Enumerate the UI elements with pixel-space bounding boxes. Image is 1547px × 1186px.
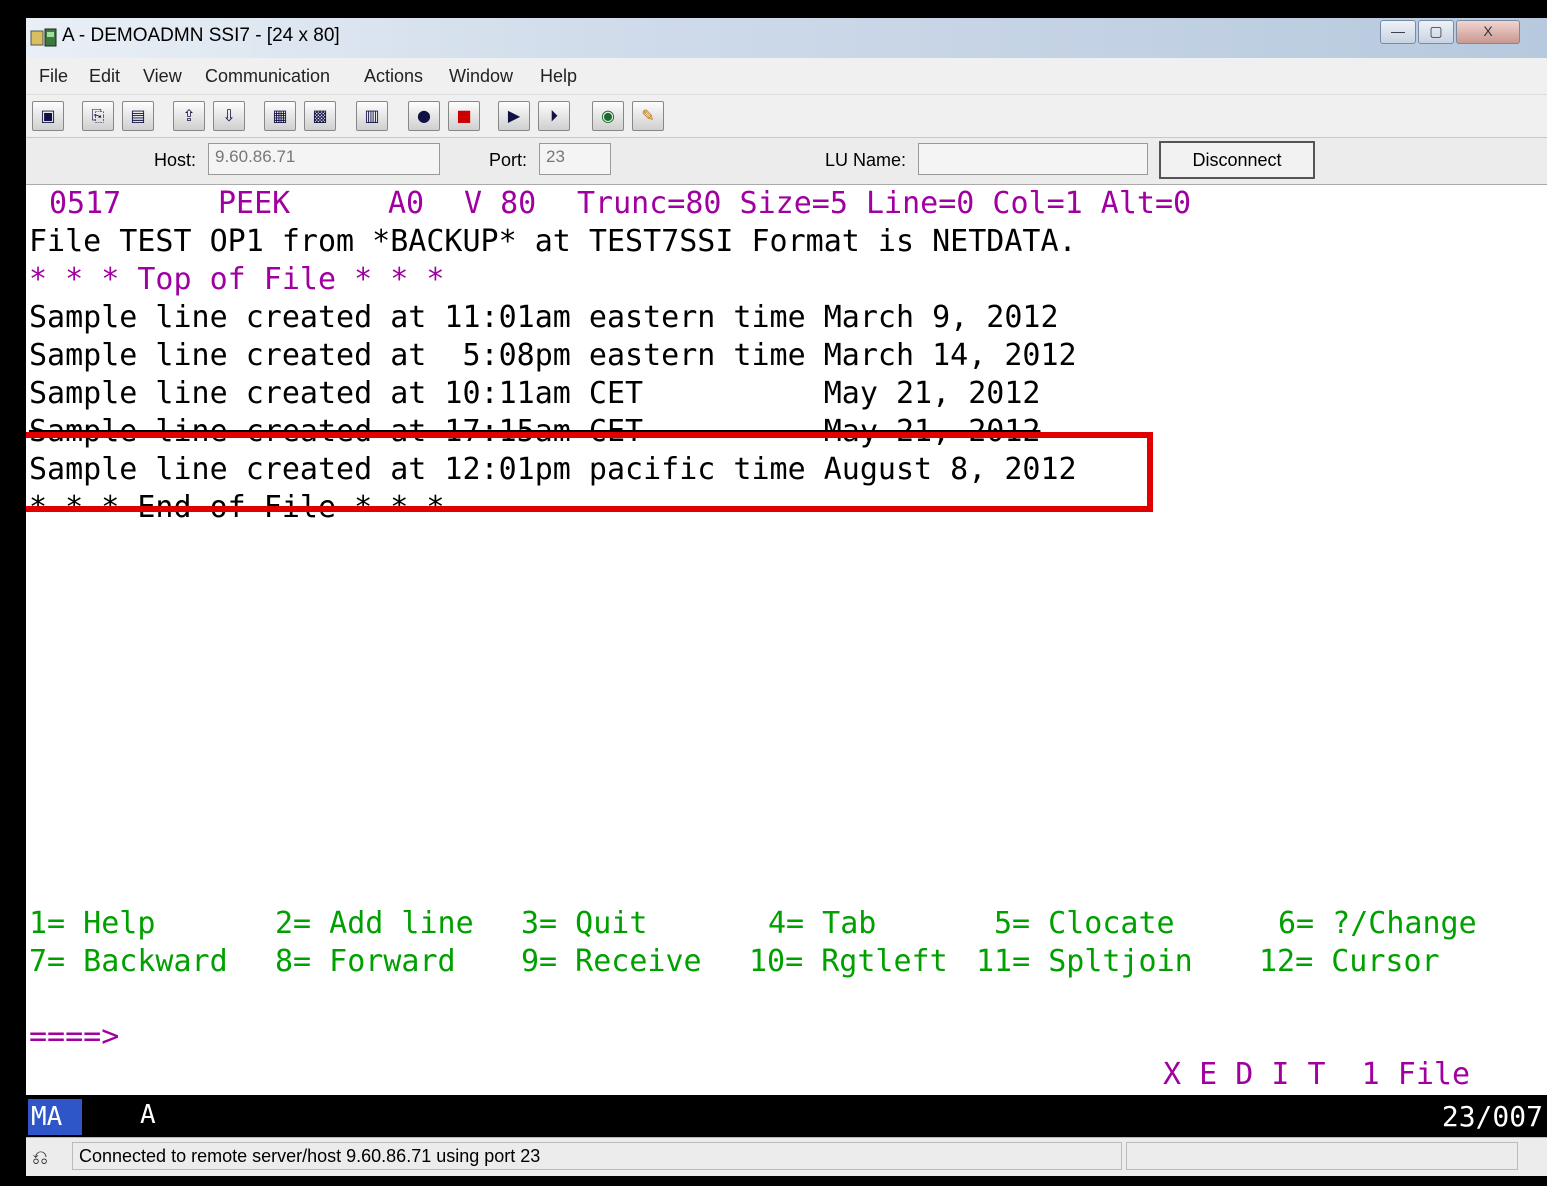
- port-field[interactable]: 23: [539, 143, 611, 175]
- web-icon[interactable]: ◉: [592, 101, 624, 131]
- file-line[interactable]: Sample line created at 5:08pm eastern ti…: [29, 337, 1077, 375]
- oia-indicator: MA: [28, 1099, 82, 1135]
- toolbar: ▣ ⎘ ▤ ⇪ ⇩ ▦ ▩ ▥ ● ■ ▶ ⏵ ◉ ✎: [26, 95, 1547, 138]
- status-bar: ⎌ Connected to remote server/host 9.60.8…: [26, 1137, 1547, 1176]
- pf-key-row-1: 1= Help 2= Add line 3= Quit 4= Tab 5= Cl…: [29, 905, 1547, 943]
- keypad-icon[interactable]: ▩: [304, 101, 336, 131]
- pf-key[interactable]: 11= Spltjoin: [976, 943, 1193, 981]
- oia-session: A: [140, 1100, 156, 1130]
- status-message: Connected to remote server/host 9.60.86.…: [72, 1142, 1122, 1170]
- pf-key-row-2: 7= Backward 8= Forward 9= Receive 10= Rg…: [29, 943, 1547, 981]
- highlight-box: [26, 432, 1153, 512]
- maximize-button[interactable]: ▢: [1418, 20, 1454, 44]
- pf-key[interactable]: 5= Clocate: [994, 905, 1175, 943]
- cursor-position: 23/007: [1441, 1100, 1543, 1133]
- send-file-icon[interactable]: ⇪: [173, 101, 205, 131]
- app-icon: [30, 28, 57, 47]
- file-line[interactable]: Sample line created at 11:01am eastern t…: [29, 299, 1059, 337]
- header-status: Trunc=80 Size=5 Line=0 Col=1 Alt=0: [577, 186, 1192, 221]
- file-info-line: File TEST OP1 from *BACKUP* at TEST7SSI …: [29, 224, 1077, 259]
- header-format: V 80: [464, 186, 537, 221]
- operator-info-area: MA A 23/007: [26, 1095, 1547, 1137]
- pf-key[interactable]: 2= Add line: [275, 905, 474, 943]
- lu-name-label: LU Name:: [825, 150, 907, 170]
- pf-key[interactable]: 4= Tab: [768, 905, 876, 943]
- menu-actions[interactable]: Actions: [364, 66, 423, 87]
- pf-key[interactable]: 9= Receive: [521, 943, 702, 981]
- menu-view[interactable]: View: [143, 66, 182, 87]
- paste-icon[interactable]: ▤: [122, 101, 154, 131]
- window-title: A - DEMOADMN SSI7 - [24 x 80]: [62, 25, 340, 46]
- pf-key[interactable]: 7= Backward: [29, 943, 228, 981]
- copy-icon[interactable]: ⎘: [82, 101, 114, 131]
- record-macro-icon[interactable]: ●: [408, 101, 440, 131]
- xedit-status: X E D I T 1 File: [1163, 1057, 1471, 1092]
- display-icon[interactable]: ▦: [264, 101, 296, 131]
- edit-icon[interactable]: ✎: [632, 101, 664, 131]
- stop-macro-icon[interactable]: ■: [448, 101, 480, 131]
- minimize-button[interactable]: —: [1380, 20, 1416, 44]
- macro-icon[interactable]: ▥: [356, 101, 388, 131]
- menu-help[interactable]: Help: [540, 66, 577, 87]
- lu-name-field[interactable]: [918, 143, 1148, 175]
- print-screen-icon[interactable]: ▣: [32, 101, 64, 131]
- receive-file-icon[interactable]: ⇩: [213, 101, 245, 131]
- menu-bar: File Edit View Communication Actions Win…: [26, 58, 1547, 95]
- command-prompt[interactable]: ====>: [29, 1018, 119, 1056]
- pf-key[interactable]: 10= Rgtleft: [749, 943, 948, 981]
- disconnect-button[interactable]: Disconnect: [1159, 141, 1315, 179]
- header-mode: PEEK: [218, 186, 291, 221]
- host-label: Host:: [154, 150, 197, 170]
- header-fileid: 0517: [49, 186, 122, 221]
- pf-key[interactable]: 3= Quit: [521, 905, 647, 943]
- xedit-header-line: 0517 PEEK A0 V 80 Trunc=80 Size=5 Line=0…: [29, 185, 1191, 223]
- file-line[interactable]: Sample line created at 10:11am CET May 2…: [29, 375, 1040, 413]
- connection-bar: Host: 9.60.86.71 Port: 23 LU Name: Disco…: [26, 138, 1547, 185]
- close-button[interactable]: X: [1456, 20, 1520, 44]
- terminal-emulator-window: A - DEMOADMN SSI7 - [24 x 80] — ▢ X File…: [26, 18, 1547, 1176]
- menu-communication[interactable]: Communication: [205, 66, 330, 87]
- pf-key[interactable]: 1= Help: [29, 905, 155, 943]
- port-label: Port:: [489, 150, 528, 170]
- terminal-screen[interactable]: 0517 PEEK A0 V 80 Trunc=80 Size=5 Line=0…: [26, 185, 1547, 1095]
- run-macro-icon[interactable]: ⏵: [538, 101, 570, 131]
- pf-key[interactable]: 12= Cursor: [1259, 943, 1440, 981]
- pf-key[interactable]: 6= ?/Change: [1278, 905, 1477, 943]
- status-cell: [1126, 1142, 1518, 1170]
- play-macro-icon[interactable]: ▶: [498, 101, 530, 131]
- title-bar: A - DEMOADMN SSI7 - [24 x 80] — ▢ X: [26, 18, 1547, 58]
- top-of-file-marker: * * * Top of File * * *: [29, 262, 445, 297]
- connection-icon: ⎌: [32, 1145, 48, 1169]
- host-field[interactable]: 9.60.86.71: [208, 143, 440, 175]
- menu-edit[interactable]: Edit: [89, 66, 120, 87]
- menu-window[interactable]: Window: [449, 66, 513, 87]
- menu-file[interactable]: File: [39, 66, 68, 87]
- pf-key[interactable]: 8= Forward: [275, 943, 456, 981]
- header-filemode: A0: [388, 186, 425, 221]
